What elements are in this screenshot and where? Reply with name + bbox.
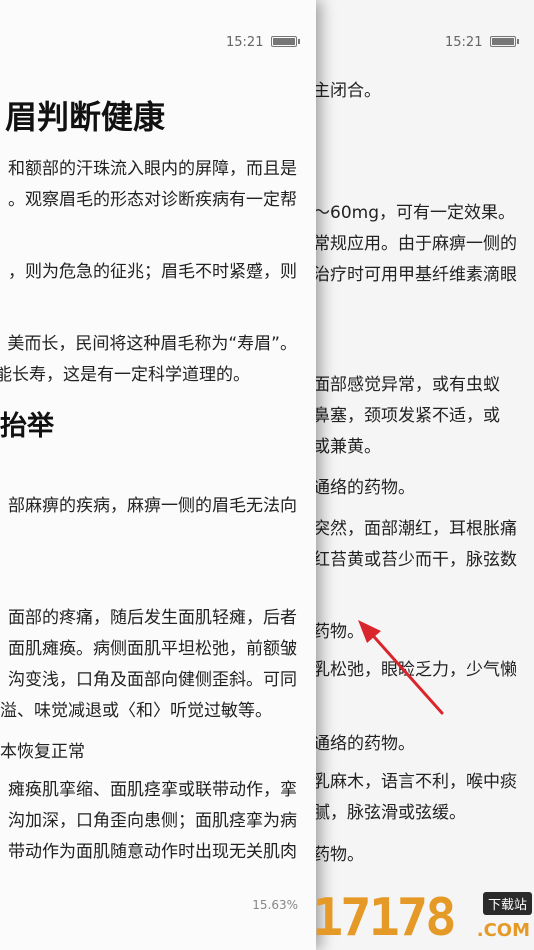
watermark-badge: 下载站 xyxy=(482,892,532,915)
site-watermark-logo: 17178 下载站 .COM xyxy=(312,886,534,950)
annotation-arrow-icon xyxy=(358,620,444,715)
watermark-domain: .COM xyxy=(476,920,530,941)
watermark-number: 17178 xyxy=(312,888,457,948)
